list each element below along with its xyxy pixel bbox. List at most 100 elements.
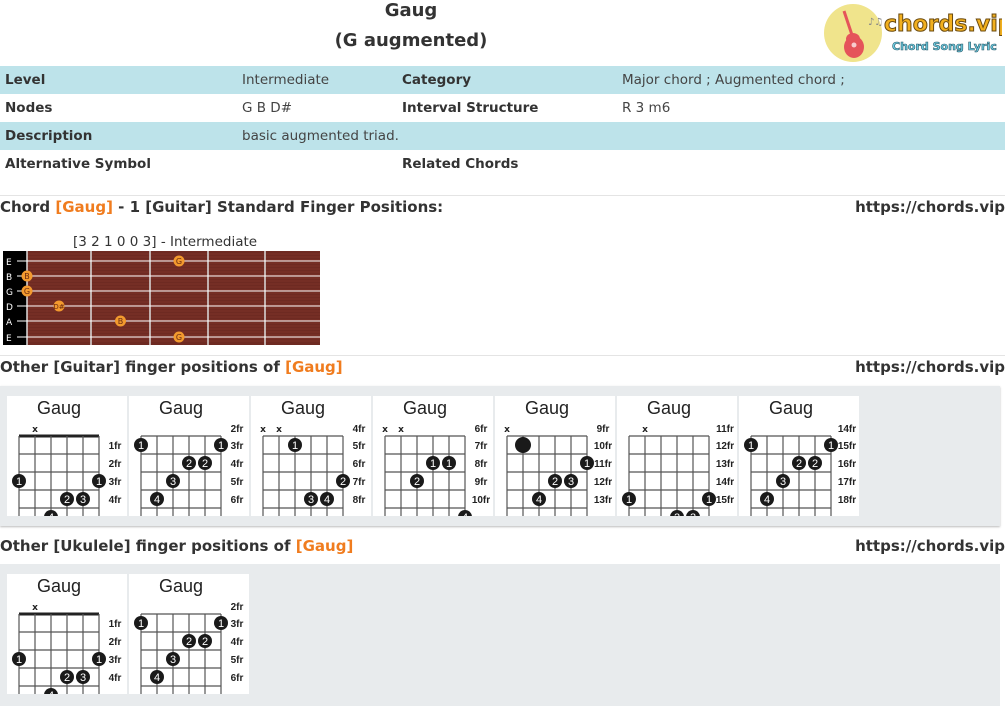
string-label: D: [6, 303, 13, 313]
fret-number-label: 14fr: [716, 477, 734, 488]
category-label: Category: [402, 72, 472, 88]
chord-diagram-svg: Gaug2fr3fr4fr5fr6fr1 12 234: [134, 576, 244, 694]
finger-number: 1: [16, 654, 22, 666]
chord-diagram-svg: Gaug 9fr 10fr 11fr 12fr 13fr x 1 2 3 4: [504, 398, 612, 516]
guitar-chord-diagram[interactable]: Gaug 11fr 12fr 13fr 14fr 15fr x 1 1 2 3: [617, 396, 737, 516]
fret-number-label: 7fr: [353, 477, 366, 488]
finger-number: 1: [430, 458, 436, 470]
chord-diagram-svg: Gaug 1fr 2fr 3fr 4fr x 1 1 23 4: [12, 398, 122, 516]
diagram-chord-name: Gaug: [159, 398, 203, 418]
fret-number-label: 5fr: [353, 441, 366, 452]
finger-number: 1: [748, 440, 754, 452]
string-label: B: [6, 273, 12, 283]
finger-number: 2: [796, 458, 802, 470]
finger-number: 2: [812, 458, 818, 470]
string-label: G: [6, 288, 13, 298]
finger-number: 3: [308, 494, 314, 506]
fret-number-label: 3fr: [109, 655, 122, 666]
chord-link[interactable]: [Gaug]: [55, 198, 113, 216]
related-chords-label: Related Chords: [402, 156, 519, 172]
fret-number-label: 6fr: [231, 673, 244, 684]
finger-number: 2: [202, 636, 208, 648]
finger-number: 4: [48, 512, 54, 516]
finger-number: 3: [568, 476, 574, 488]
info-row-nodes: Nodes G B D# Interval Structure R 3 m6: [0, 94, 1005, 122]
start-fret-label: 4fr: [353, 424, 366, 435]
diagram-chord-name: Gaug: [37, 576, 81, 596]
site-url[interactable]: https://chords.vip: [855, 358, 1005, 376]
finger-number: 3: [170, 476, 176, 488]
guitar-chord-diagram[interactable]: Gaug6fr7fr8fr9fr10frxx1124: [373, 396, 493, 516]
diagram-chord-name: Gaug: [647, 398, 691, 418]
finger-number: 3: [170, 654, 176, 666]
string-label: A: [6, 318, 13, 328]
guitar-chord-diagram[interactable]: Gaug 14fr 15fr 16fr 17fr 18fr 1 1 2 2 3 4: [739, 396, 859, 516]
site-url[interactable]: https://chords.vip: [855, 537, 1005, 555]
diagram-chord-name: Gaug: [159, 576, 203, 596]
fret-number-label: 13fr: [716, 459, 734, 470]
chord-link[interactable]: [Gaug]: [285, 358, 343, 376]
finger-number: 1: [96, 476, 102, 488]
chord-title: Gaug: [384, 0, 438, 21]
ukulele-chord-diagram[interactable]: Gaug 1fr 2fr 3fr 4fr x 1 1 23 4: [7, 574, 127, 694]
level-label: Level: [5, 72, 46, 88]
muted-string-icon: x: [32, 425, 38, 435]
start-fret-label: 2fr: [231, 602, 244, 613]
nodes-value: G B D#: [242, 100, 293, 116]
logo-tagline: Chord Song Lyric: [892, 40, 997, 53]
finger-number: 3: [80, 672, 86, 684]
diagram-chord-name: Gaug: [281, 398, 325, 418]
start-fret-label: 2fr: [231, 424, 244, 435]
note-label: B: [118, 317, 124, 326]
fret-number-label: 15fr: [716, 495, 734, 506]
chord-full-name: (G augmented): [334, 30, 488, 51]
fret-number-label: 16fr: [838, 459, 856, 470]
divider: [0, 195, 1005, 196]
guitar-chord-diagram[interactable]: Gaug 9fr 10fr 11fr 12fr 13fr x 1 2 3 4: [495, 396, 615, 516]
site-logo[interactable]: ♪♫ chords.vip Chord Song Lyric: [824, 3, 1005, 63]
fret-number-label: 6fr: [231, 495, 244, 506]
finger-number: 1: [16, 476, 22, 488]
guitar-chord-diagram[interactable]: Gaug 2fr 3fr 4fr 5fr 6fr 1 1 2 2 3 4: [129, 396, 249, 516]
chord-diagram-svg: Gaug6fr7fr8fr9fr10frxx1124: [382, 398, 490, 516]
interval-label: Interval Structure: [402, 100, 539, 116]
finger-number: 1: [96, 654, 102, 666]
fret-number-label: 18fr: [838, 495, 856, 506]
ukulele-chord-diagram[interactable]: Gaug 2fr 3fr 4fr 5fr 6fr 1 1 2 2 3 4: [129, 574, 249, 694]
diagram-chord-name: Gaug: [525, 398, 569, 418]
finger-number: 1: [706, 494, 712, 506]
fret-number-label: 6fr: [353, 459, 366, 470]
chord-diagram-svg: Gaug 11fr 12fr 13fr 14fr 15fr x 1 1 2 3: [622, 398, 734, 516]
start-fret-label: 6fr: [475, 424, 488, 435]
finger-number: 2: [674, 512, 680, 516]
fret-number-label: 2fr: [109, 637, 122, 648]
muted-string-icon: x: [504, 425, 510, 435]
alternative-symbol-label: Alternative Symbol: [5, 156, 151, 172]
fret-number-label: 12fr: [594, 477, 612, 488]
fret-number-label: 1fr: [109, 441, 122, 452]
chord-info-table: Level Intermediate Category Major chord …: [0, 66, 1005, 178]
guitar-chord-diagram[interactable]: Gaug 4fr 5fr 6fr 7fr 8fr x x 1 2 3 4: [251, 396, 371, 516]
chord-link[interactable]: [Gaug]: [296, 537, 354, 555]
fretboard-diagram: E B G D A E G B G D# B G: [3, 251, 320, 345]
finger-number: 2: [64, 672, 70, 684]
finger-number: 4: [764, 494, 770, 506]
start-fret-label: 11fr: [716, 424, 734, 435]
note-label: B: [24, 272, 30, 281]
nodes-label: Nodes: [5, 100, 53, 116]
fret-number-label: 3fr: [231, 619, 244, 630]
finger-number: 1: [138, 440, 144, 452]
finger-number: 1: [218, 618, 224, 630]
fret-number-label: 9fr: [475, 477, 488, 488]
finger-number: 4: [154, 672, 160, 684]
diagram-chord-name: Gaug: [769, 398, 813, 418]
fret-number-label: 3fr: [109, 477, 122, 488]
ukulele-positions-heading: Other [Ukulele] finger positions of [Gau…: [0, 537, 1005, 555]
guitar-chord-diagram[interactable]: Gaug 1fr 2fr 3fr 4fr x 1 1 23 4: [7, 396, 127, 516]
finger-number: 2: [552, 476, 558, 488]
muted-string-icon: x: [382, 425, 388, 435]
divider: [0, 355, 1005, 356]
finger-number: 4: [154, 494, 160, 506]
info-row-alternative: Alternative Symbol Related Chords: [0, 150, 1005, 178]
site-url[interactable]: https://chords.vip: [855, 198, 1005, 216]
